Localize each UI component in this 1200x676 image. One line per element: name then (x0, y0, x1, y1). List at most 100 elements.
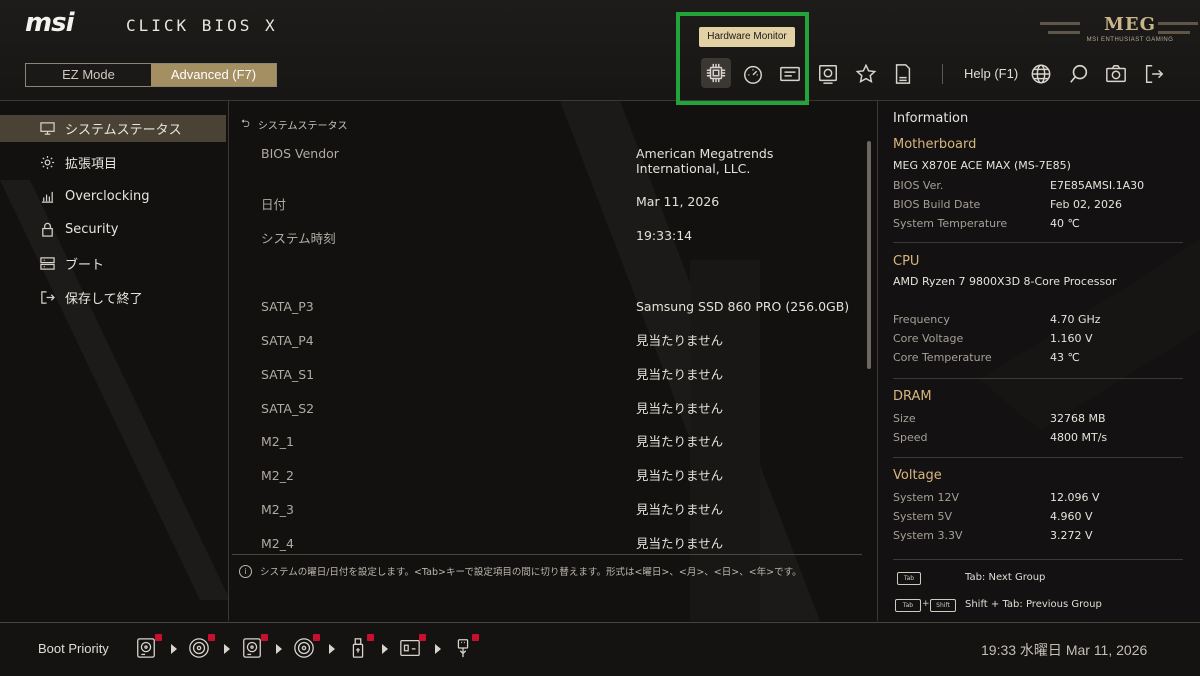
board-explorer-icon (780, 66, 800, 82)
dram-title: DRAM (893, 389, 932, 404)
sidebar-item-security[interactable]: Security (0, 216, 226, 243)
toolbar-separator (678, 64, 679, 84)
breadcrumb[interactable]: ⮌ システムステータス (241, 115, 348, 134)
boot-device-usb-drive[interactable] (347, 634, 374, 661)
screenshot-button[interactable] (1102, 60, 1130, 88)
bios-log-icon (895, 64, 911, 84)
row-value: 見当たりません (636, 434, 724, 449)
plus-icon: + (922, 599, 930, 609)
help-button[interactable]: Help (F1) (964, 66, 1018, 81)
info-icon: i (239, 564, 252, 578)
camera-icon (1106, 65, 1126, 83)
gear-icon (39, 155, 55, 171)
breadcrumb-label: システムステータス (257, 121, 348, 132)
uefi-badge (472, 634, 479, 641)
row-value: 見当たりません (636, 367, 724, 382)
boot-device-hdd[interactable] (241, 634, 268, 661)
hdd-icon (243, 638, 261, 658)
boot-device-optical[interactable] (188, 634, 215, 661)
row-label: BIOS Vendor (261, 146, 339, 161)
exit-button[interactable] (1140, 60, 1168, 88)
optical-disc-icon (294, 638, 314, 658)
time-field[interactable]: 19:33:14 (636, 228, 856, 243)
arrow-right-icon (382, 644, 388, 654)
sidebar-item-label: システムステータス (65, 123, 182, 138)
usb-drive-icon (352, 638, 364, 658)
bios-log-button[interactable] (889, 60, 917, 88)
sidebar-item-label: 拡張項目 (65, 157, 118, 172)
boot-device-optical[interactable] (293, 634, 320, 661)
language-button[interactable] (1027, 60, 1055, 88)
row-label: 日付 (261, 197, 287, 212)
arrow-right-icon (224, 644, 230, 654)
row-label: SATA_S1 (261, 367, 315, 382)
tab-key-icon: Tab (897, 572, 921, 585)
boot-device-usb-plug[interactable] (452, 634, 479, 661)
hardware-card-icon (819, 65, 837, 84)
arrow-right-icon (276, 644, 282, 654)
row-value: 見当たりません (636, 536, 724, 551)
save-exit-icon (39, 290, 55, 306)
date-field[interactable]: Mar 11, 2026 (636, 194, 856, 209)
divider (232, 554, 862, 555)
key-hint-previous: Shift + Tab: Previous Group (965, 599, 1102, 610)
uefi-badge (313, 634, 320, 641)
row-value: Samsung SSD 860 PRO (256.0GB) (636, 299, 850, 314)
hardware-monitor-tooltip: Hardware Monitor (699, 27, 795, 47)
oc-profile-button[interactable] (739, 60, 767, 88)
hardware-monitor-button[interactable] (701, 58, 731, 88)
advanced-mode-button[interactable]: Advanced (F7) (151, 64, 276, 86)
sidebar-item-overclocking[interactable]: Overclocking (0, 183, 226, 210)
search-button[interactable] (1065, 60, 1093, 88)
boot-device-usb[interactable] (399, 634, 426, 661)
arrow-right-icon (171, 644, 177, 654)
globe-icon (1031, 64, 1051, 84)
scrollbar[interactable] (867, 141, 871, 369)
usb-device-icon (400, 640, 420, 656)
ez-mode-button[interactable]: EZ Mode (26, 64, 151, 86)
hdd-icon (137, 638, 155, 658)
uefi-badge (155, 634, 162, 641)
voltage-title: Voltage (893, 468, 942, 483)
favorites-button[interactable] (852, 60, 880, 88)
row-label: M2_1 (261, 434, 294, 449)
divider (893, 378, 1183, 379)
sidebar-item-label: Overclocking (65, 189, 150, 204)
cpu-model: AMD Ryzen 7 9800X3D 8-Core Processor (893, 275, 1117, 288)
lock-icon (39, 222, 55, 238)
row-label: M2_2 (261, 468, 294, 483)
uefi-badge (208, 634, 215, 641)
key-hint-next: Tab: Next Group (965, 572, 1046, 583)
board-explorer-button[interactable] (776, 60, 804, 88)
cpu-title: CPU (893, 254, 920, 269)
top-bar: msi CLICK BIOS X EZ Mode Advanced (F7) M… (0, 0, 1200, 101)
hardware-card-button[interactable] (814, 60, 842, 88)
back-arrow-icon[interactable]: ⮌ (241, 115, 250, 134)
sidebar-item-boot[interactable]: ブート (0, 250, 226, 277)
sidebar-item-system-status[interactable]: システムステータス (0, 115, 226, 142)
favorite-star-icon (855, 63, 877, 84)
information-panel: Information Motherboard MEG X870E ACE MA… (877, 101, 1200, 621)
decor-stripes-left (1040, 22, 1080, 40)
row-label: システム時刻 (261, 231, 336, 246)
sidebar-item-advanced-settings[interactable]: 拡張項目 (0, 149, 226, 176)
row-value: American Megatrends International, LLC. (636, 146, 774, 176)
chart-bars-icon (39, 189, 55, 205)
bottom-bar: Boot Priority 19:33 水曜日 Mar 11, 2026 (0, 622, 1200, 676)
search-icon (1070, 64, 1088, 83)
sidebar-item-save-exit[interactable]: 保存して終了 (0, 284, 226, 311)
row-value: 見当たりません (636, 502, 724, 517)
help-hint: i システムの曜日/日付を設定します。<Tab>キーで設定項目の間に切り替えます… (239, 564, 802, 578)
toolbar-separator (942, 64, 943, 84)
clock: 19:33 水曜日 Mar 11, 2026 (981, 642, 1148, 658)
exit-icon (1145, 65, 1164, 83)
divider (893, 457, 1183, 458)
row-label: SATA_P3 (261, 299, 314, 314)
row-value: 見当たりません (636, 401, 724, 416)
divider (893, 242, 1183, 243)
row-label: M2_3 (261, 502, 294, 517)
shift-key-icon: Shift (930, 599, 956, 612)
boot-device-hdd[interactable] (135, 634, 162, 661)
monitor-icon (39, 121, 55, 137)
motherboard-title: Motherboard (893, 137, 977, 152)
